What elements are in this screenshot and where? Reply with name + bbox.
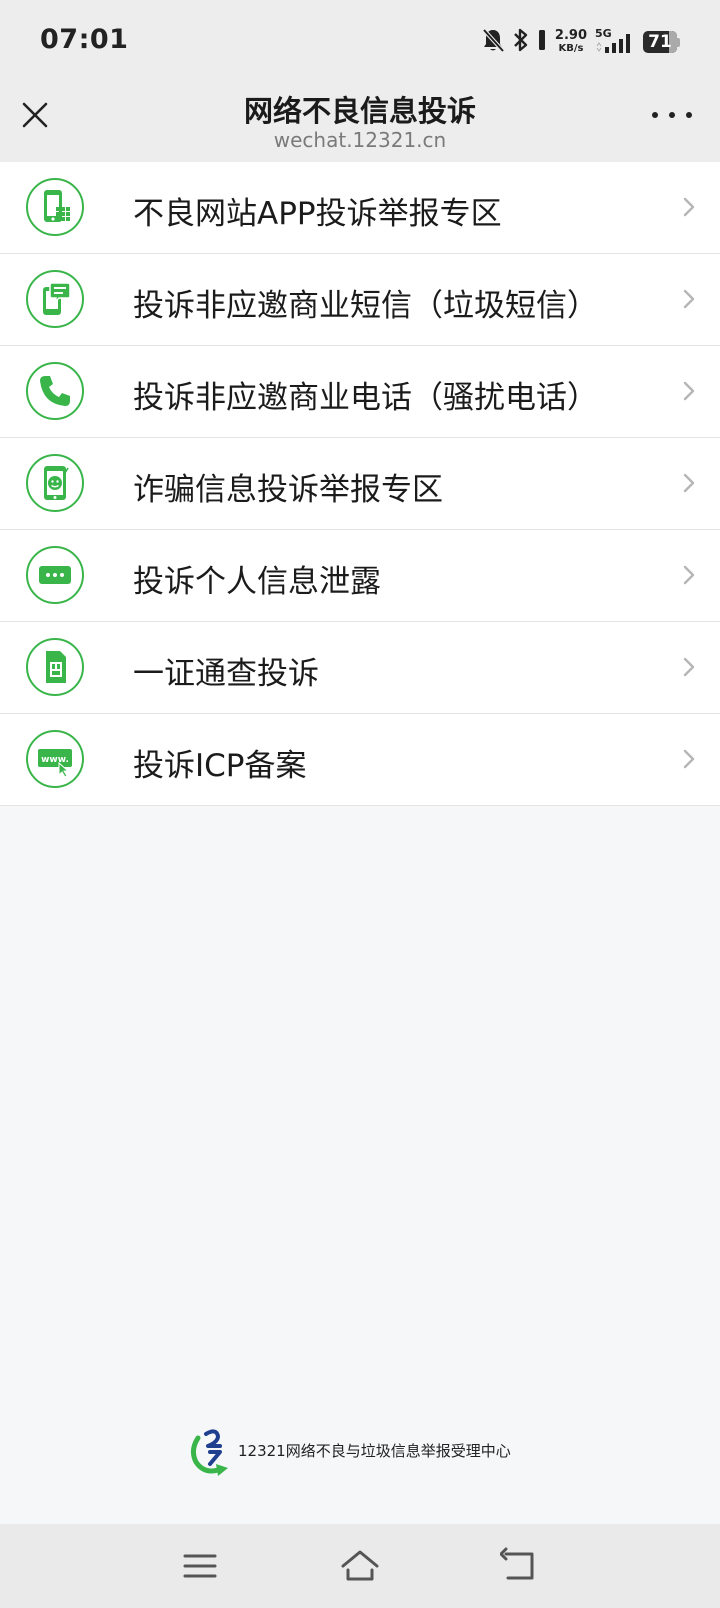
battery-level: 71 xyxy=(648,32,672,52)
chevron-right-icon xyxy=(683,657,695,677)
battery-icon: 71 xyxy=(643,31,680,53)
net-speed-unit: KB/s xyxy=(558,43,584,54)
menu-item-label: 投诉个人信息泄露 xyxy=(133,564,381,600)
menu-item-spam-sms[interactable]: 投诉非应邀商业短信（垃圾短信） xyxy=(0,254,720,346)
page-url: wechat.12321.cn xyxy=(273,128,447,152)
back-button[interactable] xyxy=(499,1546,540,1586)
footer-org-name: 12321网络不良与垃圾信息举报受理中心 xyxy=(238,1441,511,1460)
home-button[interactable] xyxy=(340,1546,380,1586)
menu-item-harassment-call[interactable]: 投诉非应邀商业电话（骚扰电话） xyxy=(0,346,720,438)
vibrate-icon xyxy=(537,27,547,57)
svg-text:www.: www. xyxy=(41,755,69,765)
www-cursor-icon: www. xyxy=(26,730,84,788)
menu-item-label: 投诉ICP备案 xyxy=(133,748,307,784)
chevron-right-icon xyxy=(683,197,695,217)
more-dot xyxy=(669,112,675,118)
signal-group: 5G xyxy=(595,27,635,55)
more-dot xyxy=(652,112,658,118)
menu-item-label: 投诉非应邀商业电话（骚扰电话） xyxy=(133,380,598,416)
menu-item-label: 一证通查投诉 xyxy=(133,656,319,692)
chevron-right-icon xyxy=(683,473,695,493)
12321-logo-icon xyxy=(190,1429,228,1476)
chevron-right-icon xyxy=(683,565,695,585)
more-dot xyxy=(686,112,692,118)
net-speed: 2.90 KB/s xyxy=(555,29,587,55)
page-title: 网络不良信息投诉 xyxy=(243,94,476,128)
nav-header: 网络不良信息投诉 wechat.12321.cn xyxy=(0,82,720,162)
net-speed-value: 2.90 xyxy=(554,28,587,43)
menu-item-privacy-leak[interactable]: 投诉个人信息泄露 xyxy=(0,530,720,622)
chevron-right-icon xyxy=(683,289,695,309)
system-nav-bar xyxy=(0,1524,720,1608)
phone-message-icon xyxy=(26,270,84,328)
menu-item-label: 诈骗信息投诉举报专区 xyxy=(133,472,443,508)
phone-grid-icon xyxy=(26,178,84,236)
chevron-right-icon xyxy=(683,381,695,401)
more-button[interactable] xyxy=(652,102,692,128)
bell-muted-icon xyxy=(481,27,505,57)
chat-dots-icon xyxy=(26,546,84,604)
back-icon xyxy=(499,1547,534,1580)
bluetooth-icon xyxy=(513,27,529,57)
menu-item-label: 不良网站APP投诉举报专区 xyxy=(133,196,502,232)
menu-item-bad-website-app[interactable]: 不良网站APP投诉举报专区 xyxy=(0,162,720,254)
menu-item-label: 投诉非应邀商业短信（垃圾短信） xyxy=(133,288,598,324)
home-icon xyxy=(341,1550,379,1581)
phone-call-icon xyxy=(26,362,84,420)
complaint-menu: 不良网站APP投诉举报专区 投诉非应邀商业短信（垃圾短信） 投诉非应邀商业电话（… xyxy=(0,162,720,806)
menu-item-icp-filing[interactable]: www. 投诉ICP备案 xyxy=(0,714,720,806)
chevron-right-icon xyxy=(683,749,695,769)
menu-item-id-check[interactable]: 一证通查投诉 xyxy=(0,622,720,714)
status-bar: 07:01 2.90 KB/s 5G 71 xyxy=(0,0,720,82)
sim-card-icon xyxy=(26,638,84,696)
menu-button[interactable] xyxy=(180,1546,220,1586)
phone-fraud-icon xyxy=(26,454,84,512)
signal-icon xyxy=(595,29,635,59)
menu-item-fraud-info[interactable]: 诈骗信息投诉举报专区 xyxy=(0,438,720,530)
status-icons: 2.90 KB/s 5G 71 xyxy=(481,26,680,58)
menu-icon xyxy=(183,1554,217,1578)
footer-org: 12321网络不良与垃圾信息举报受理中心 xyxy=(188,1424,511,1476)
status-time: 07:01 xyxy=(40,24,129,55)
